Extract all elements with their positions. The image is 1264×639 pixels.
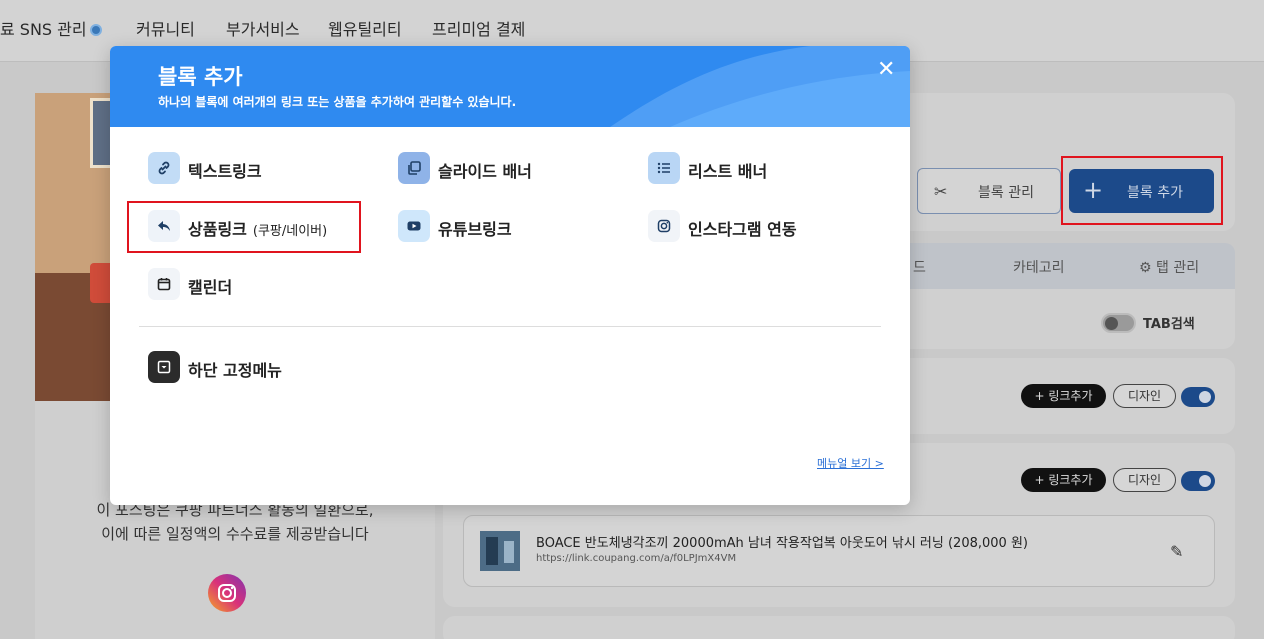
product-thumbnail bbox=[480, 531, 520, 571]
nav-item-premium-payment[interactable]: 프리미엄 결제 bbox=[432, 16, 525, 40]
product-url: https://link.coupang.com/a/f0LPJmX4VM bbox=[536, 553, 737, 564]
highlight-box-product-link bbox=[127, 201, 361, 253]
copy-icon bbox=[398, 152, 430, 184]
calendar-icon bbox=[148, 268, 180, 300]
tab-search-toggle[interactable] bbox=[1101, 313, 1136, 333]
block-manage-button[interactable]: ✂ 블록 관리 bbox=[917, 168, 1061, 214]
block-visibility-toggle[interactable] bbox=[1181, 471, 1215, 491]
fixed-menu-icon bbox=[148, 351, 180, 383]
nav-item-sns-manage[interactable]: 료 SNS 관리 bbox=[0, 16, 102, 40]
instagram-icon[interactable] bbox=[208, 574, 246, 612]
instagram-icon bbox=[648, 210, 680, 242]
modal-title: 블록 추가 bbox=[158, 65, 243, 89]
tab-manage-button[interactable]: ⚙ 탭 관리 bbox=[1139, 257, 1199, 277]
badge-icon bbox=[89, 24, 102, 36]
edit-icon[interactable]: ✎ bbox=[1170, 542, 1183, 561]
add-link-button[interactable]: + 링크추가 bbox=[1021, 384, 1106, 408]
design-button[interactable]: 디자인 bbox=[1113, 468, 1176, 492]
design-button[interactable]: 디자인 bbox=[1113, 384, 1176, 408]
nav-item-community[interactable]: 커뮤니티 bbox=[136, 16, 195, 40]
youtube-icon bbox=[398, 210, 430, 242]
block-visibility-toggle[interactable] bbox=[1181, 387, 1215, 407]
nav-item-web-utility[interactable]: 웹유틸리티 bbox=[328, 16, 402, 40]
gear-icon: ⚙ bbox=[1139, 260, 1152, 276]
product-link-item[interactable]: BOACE 반도체냉각조끼 20000mAh 남녀 작용작업복 아웃도어 낚시 … bbox=[463, 515, 1215, 587]
tab-partial[interactable]: 드 bbox=[913, 257, 926, 277]
manual-link[interactable]: 메뉴얼 보기 > bbox=[817, 455, 884, 471]
nav-item-addon-service[interactable]: 부가서비스 bbox=[226, 16, 300, 40]
partner-notice-line2: 이에 따른 일정액의 수수료를 제공받습니다 bbox=[101, 525, 369, 543]
link-icon bbox=[148, 152, 180, 184]
tab-search-label: TAB검색 bbox=[1143, 317, 1195, 332]
block-card-3 bbox=[443, 616, 1235, 639]
scissors-icon: ✂ bbox=[934, 182, 948, 201]
list-icon bbox=[648, 152, 680, 184]
close-icon[interactable]: ✕ bbox=[877, 59, 895, 81]
block-add-modal: 블록 추가 하나의 블록에 여러개의 링크 또는 상품을 추가하여 관리할수 있… bbox=[110, 46, 910, 505]
add-link-button[interactable]: + 링크추가 bbox=[1021, 468, 1106, 492]
modal-divider bbox=[139, 326, 881, 327]
modal-header: 블록 추가 하나의 블록에 여러개의 링크 또는 상품을 추가하여 관리할수 있… bbox=[110, 46, 910, 127]
tab-category[interactable]: 카테고리 bbox=[1013, 257, 1065, 277]
modal-subtitle: 하나의 블록에 여러개의 링크 또는 상품을 추가하여 관리할수 있습니다. bbox=[158, 95, 517, 109]
highlight-box-block-add bbox=[1061, 156, 1223, 225]
product-title: BOACE 반도체냉각조끼 20000mAh 남녀 작용작업복 아웃도어 낚시 … bbox=[536, 536, 1028, 551]
